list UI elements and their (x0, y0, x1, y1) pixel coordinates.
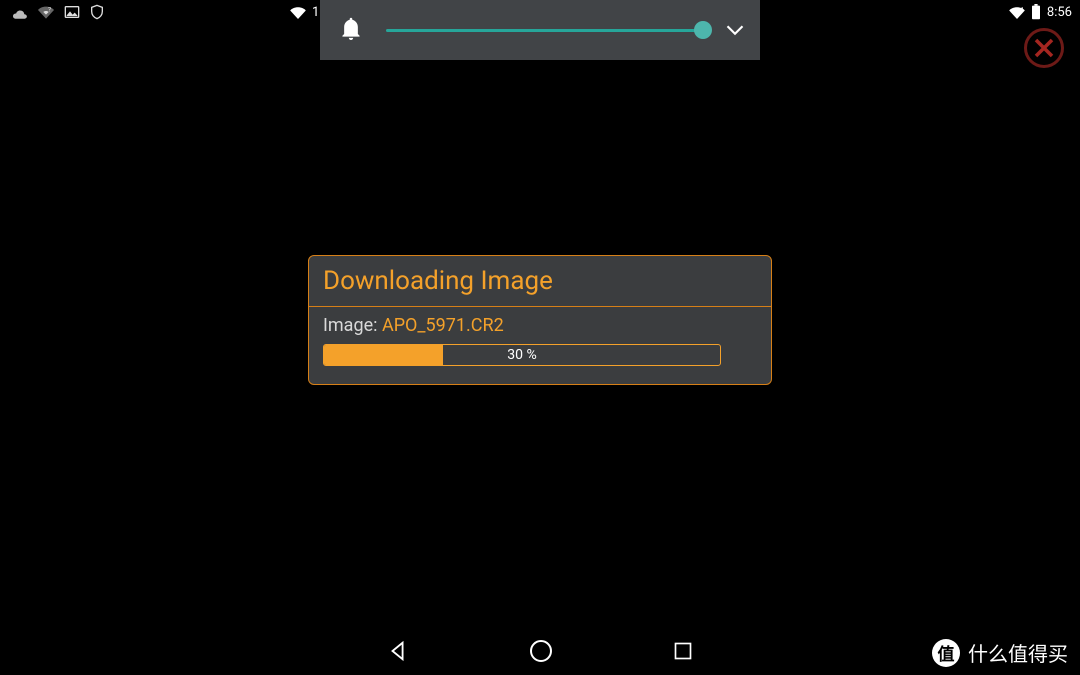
download-dialog: Downloading Image Image: APO_5971.CR2 30… (308, 255, 772, 385)
wifi-icon (290, 6, 306, 19)
watermark-badge: 值 (932, 639, 960, 667)
dialog-title: Downloading Image (323, 266, 757, 296)
battery-icon (1031, 4, 1041, 20)
chevron-down-icon[interactable] (726, 21, 744, 40)
close-icon (1032, 36, 1056, 60)
wifi-weak-icon: ? (38, 5, 54, 19)
bell-icon (340, 16, 362, 44)
progress-bar: 30 % (323, 344, 721, 366)
dialog-body: Image: APO_5971.CR2 30 % (309, 307, 771, 384)
status-left-icons: ? (0, 4, 104, 20)
cloud-icon (10, 5, 28, 19)
back-button[interactable] (387, 640, 409, 666)
dialog-header: Downloading Image (309, 256, 771, 307)
svg-text:?: ? (48, 5, 51, 13)
shield-icon (90, 4, 104, 20)
image-label: Image: (323, 315, 382, 336)
picture-icon (64, 5, 80, 19)
clock-time: 8:56 (1047, 5, 1072, 20)
recent-apps-button[interactable] (673, 641, 693, 665)
home-button[interactable] (529, 639, 553, 667)
image-filename: APO_5971.CR2 (382, 315, 504, 336)
progress-text: 30 % (324, 345, 720, 365)
image-line: Image: APO_5971.CR2 (323, 315, 757, 336)
notification-slider[interactable] (386, 29, 702, 32)
slider-thumb[interactable] (694, 21, 712, 39)
notification-slider-panel (320, 0, 760, 60)
wifi-signal-icon (1009, 6, 1025, 19)
watermark: 值 什么值得买 (932, 638, 1068, 667)
close-button[interactable] (1024, 28, 1064, 68)
navigation-bar (0, 631, 1080, 675)
watermark-text: 什么值得买 (968, 638, 1068, 667)
status-right: 8:56 (1009, 4, 1072, 20)
